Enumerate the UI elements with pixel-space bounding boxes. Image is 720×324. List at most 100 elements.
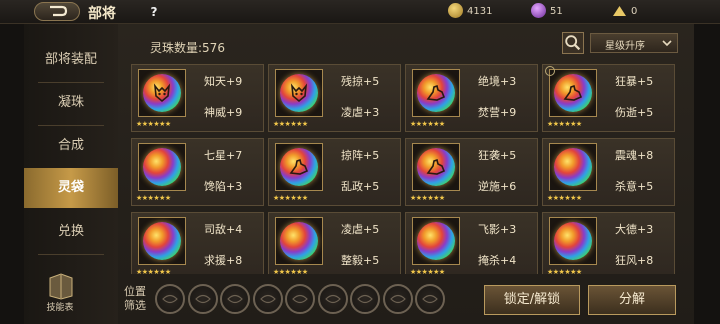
gem-currency: 51: [531, 3, 571, 21]
position-filter-slot[interactable]: [252, 284, 283, 314]
gem-stat-secondary: 狂风+8: [615, 254, 654, 267]
gem-emblem-icon: [426, 84, 446, 101]
gem-stat-primary: 飞影+3: [478, 223, 517, 236]
search-button[interactable]: [562, 32, 584, 54]
sidebar-item-equip[interactable]: 部将装配: [24, 40, 118, 80]
gold-amount: 4131: [467, 6, 493, 17]
star-rating: ★★★★★★: [410, 194, 445, 202]
star-rating: ★★★★★★: [136, 120, 171, 128]
back-arrow-icon: [50, 5, 68, 17]
page-title: 部将: [88, 6, 116, 22]
position-filter-label: 位置筛选: [124, 285, 146, 312]
position-filter-slot[interactable]: [220, 284, 250, 314]
gold-coin-icon: [448, 3, 463, 18]
sidebar-item-spirit-bag[interactable]: 灵袋: [24, 168, 118, 208]
spirit-gem-icon: [143, 148, 181, 186]
book-icon: [49, 273, 73, 300]
spirit-gem-icon: [417, 148, 455, 186]
sort-dropdown[interactable]: 星级升序: [590, 33, 678, 53]
gem-card[interactable]: ★★★★★★ 绝境+3 焚营+9: [405, 64, 538, 132]
gem-stat-primary: 凌虐+5: [341, 223, 380, 236]
position-filter-slot[interactable]: [187, 284, 218, 314]
gem-emblem-icon: [563, 84, 583, 101]
skill-table-button[interactable]: 技能表: [40, 272, 80, 316]
skill-table-label: 技能表: [46, 303, 74, 313]
gem-emblem-icon: [426, 158, 446, 175]
gem-frame: [138, 143, 186, 191]
star-rating: ★★★★★★: [136, 268, 171, 274]
purple-gem-icon: [531, 3, 546, 18]
star-rating: ★★★★★★: [410, 268, 445, 274]
spirit-gem-icon: [143, 74, 181, 112]
position-emblem-icon: [357, 294, 373, 304]
divider: [38, 254, 104, 255]
lock-check-icon: [545, 66, 555, 76]
gem-emblem-icon: [289, 158, 309, 175]
chevron-down-icon: [662, 40, 672, 47]
star-rating: ★★★★★★: [547, 268, 582, 274]
back-button[interactable]: [34, 2, 80, 21]
star-rating: ★★★★★★: [273, 120, 308, 128]
gem-card[interactable]: ★★★★★★ 司敌+4 求援+8: [131, 212, 264, 274]
gem-frame: [275, 143, 323, 191]
position-emblem-icon: [422, 294, 438, 304]
gold-pile-icon: [613, 6, 626, 16]
gem-stat-primary: 残掠+5: [341, 75, 380, 88]
gem-stat-primary: 掠阵+5: [341, 149, 380, 162]
star-rating: ★★★★★★: [547, 120, 582, 128]
position-emblem-icon: [259, 294, 276, 304]
gem-grid: ★★★★★★ 知天+9 神威+9 ★★★★★★ 残掠+5 凌虐+3 ★★★★★★ 绝境+3 焚营…: [130, 64, 676, 274]
gem-card[interactable]: ★★★★★★ 掠阵+5 乱政+5: [268, 138, 401, 206]
position-emblem-icon: [194, 294, 211, 304]
search-icon: [565, 35, 581, 51]
position-emblem-icon: [389, 294, 406, 304]
gem-card[interactable]: ★★★★★★ 凌虐+5 整毅+5: [268, 212, 401, 274]
gem-card[interactable]: ★★★★★★ 飞影+3 掩杀+4: [405, 212, 538, 274]
spirit-gem-icon: [280, 74, 318, 112]
spirit-gem-icon: [554, 148, 592, 186]
position-filter-slot[interactable]: [285, 284, 315, 314]
star-rating: ★★★★★★: [273, 268, 308, 274]
gem-frame: [138, 217, 186, 265]
sidebar-item-synthesize[interactable]: 合成: [24, 126, 118, 166]
gem-stat-secondary: 整毅+5: [341, 254, 380, 267]
gem-stat-primary: 震魂+8: [615, 149, 654, 162]
gem-frame: [275, 69, 323, 117]
star-rating: ★★★★★★: [410, 120, 445, 128]
position-filter-slot[interactable]: [415, 284, 445, 314]
ingot-amount: 0: [631, 6, 638, 17]
gem-stat-primary: 绝境+3: [478, 75, 517, 88]
gem-stat-primary: 狂袭+5: [478, 149, 517, 162]
gem-card[interactable]: ★★★★★★ 知天+9 神威+9: [131, 64, 264, 132]
gem-stat-secondary: 掩杀+4: [478, 254, 517, 267]
gem-frame: [549, 217, 597, 265]
gem-card[interactable]: ★★★★★★ 七星+7 馋陷+3: [131, 138, 264, 206]
sidebar-item-condense[interactable]: 凝珠: [24, 83, 118, 123]
position-filter-slot[interactable]: [382, 284, 413, 314]
gem-frame: [549, 143, 597, 191]
spirit-gem-icon: [554, 222, 592, 260]
gem-card[interactable]: ★★★★★★ 大德+3 狂风+8: [542, 212, 675, 274]
gem-stat-primary: 知天+9: [204, 75, 243, 88]
position-emblem-icon: [324, 294, 341, 304]
lock-unlock-button[interactable]: 锁定/解锁: [484, 285, 580, 315]
gem-stat-secondary: 馋陷+3: [204, 180, 243, 193]
sidebar-item-exchange[interactable]: 兑换: [24, 212, 118, 252]
gem-card[interactable]: ★★★★★★ 狂袭+5 逆施+6: [405, 138, 538, 206]
gem-card[interactable]: ★★★★★★ 残掠+5 凌虐+3: [268, 64, 401, 132]
position-filter-slot[interactable]: [317, 284, 348, 314]
decompose-button[interactable]: 分解: [588, 285, 676, 315]
gem-card[interactable]: ★★★★★★ 震魂+8 杀意+5: [542, 138, 675, 206]
position-filter-slot[interactable]: [350, 284, 380, 314]
help-icon[interactable]: ?: [146, 5, 162, 20]
star-rating: ★★★★★★: [136, 194, 171, 202]
position-filter-slot[interactable]: [155, 284, 185, 314]
position-emblem-icon: [162, 294, 178, 304]
gem-card[interactable]: ★★★★★★ 狂暴+5 伤逝+5: [542, 64, 675, 132]
gem-frame: [412, 69, 460, 117]
spirit-gem-icon: [280, 222, 318, 260]
gem-stat-primary: 司敌+4: [204, 223, 243, 236]
gem-stat-primary: 狂暴+5: [615, 75, 654, 88]
gem-amount: 51: [550, 6, 563, 17]
gem-frame: [412, 217, 460, 265]
